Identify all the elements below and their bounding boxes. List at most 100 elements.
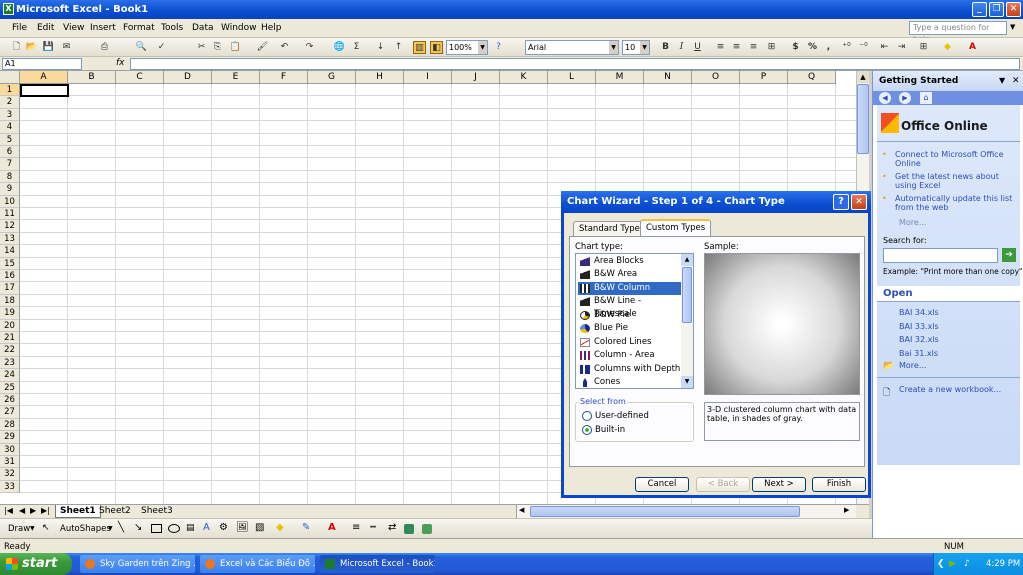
arrow-icon[interactable]: ↘ — [134, 522, 142, 533]
menu-insert[interactable]: Insert — [90, 23, 116, 33]
row-header[interactable]: 32 — [0, 468, 20, 481]
arrow-style-icon[interactable]: ⇄ — [388, 522, 396, 533]
font-color-icon[interactable]: A — [966, 41, 979, 54]
tab-custom-types[interactable]: Custom Types — [640, 219, 712, 237]
font-color-icon[interactable]: A — [328, 522, 336, 533]
column-header[interactable]: P — [740, 71, 788, 84]
row-header[interactable]: 12 — [0, 220, 20, 233]
decrease-indent-icon[interactable]: ⇤ — [878, 41, 891, 54]
row-header[interactable]: 11 — [0, 208, 20, 221]
column-header[interactable]: L — [548, 71, 596, 84]
print-preview-icon[interactable]: 🔍 — [135, 41, 148, 54]
dialog-close-button[interactable]: ✕ — [851, 194, 867, 210]
font-combo[interactable]: Arial ▼ — [525, 40, 619, 55]
autosum-icon[interactable]: Σ — [350, 41, 363, 54]
close-button[interactable]: ✕ — [1006, 2, 1021, 17]
diagram-icon[interactable]: ⚙ — [219, 522, 228, 533]
drawing-icon[interactable]: ◧ — [430, 41, 443, 54]
column-header[interactable]: E — [212, 71, 260, 84]
select-all-corner[interactable] — [0, 71, 20, 84]
redo-icon[interactable]: ↷ — [303, 41, 316, 54]
column-header[interactable]: O — [692, 71, 740, 84]
first-sheet-arrow-icon[interactable]: |◀ — [4, 506, 13, 515]
bold-button[interactable]: B — [659, 41, 672, 54]
menu-format[interactable]: Format — [123, 23, 155, 33]
row-header[interactable]: 20 — [0, 319, 20, 332]
dash-style-icon[interactable]: ┅ — [370, 522, 376, 533]
column-header[interactable]: D — [164, 71, 212, 84]
list-item[interactable]: B&W Area — [578, 268, 681, 281]
create-new-workbook-link[interactable]: Create a new workbook... — [899, 385, 1001, 394]
recent-file-link[interactable]: BAI 34.xls — [899, 308, 939, 317]
increase-decimal-icon[interactable]: ⁺⁰ — [840, 41, 853, 54]
row-header[interactable]: 15 — [0, 257, 20, 270]
volume-icon[interactable]: ♪ — [964, 553, 970, 575]
menu-file[interactable]: File — [12, 23, 27, 33]
column-header[interactable]: Q — [788, 71, 836, 84]
row-header[interactable]: 6 — [0, 146, 20, 159]
fill-color-icon[interactable]: ◆ — [941, 41, 954, 54]
row-header[interactable]: 7 — [0, 158, 20, 171]
menu-view[interactable]: View — [63, 23, 84, 33]
font-size-combo[interactable]: 10 ▼ — [622, 40, 650, 55]
row-header[interactable]: 23 — [0, 356, 20, 370]
latest-news-link[interactable]: Get the latest news about using Excel — [895, 172, 1015, 190]
format-painter-icon[interactable]: 🖌 — [256, 41, 269, 54]
row-header[interactable]: 1 — [0, 84, 20, 97]
row-header[interactable]: 27 — [0, 406, 20, 419]
permission-icon[interactable]: ✉ — [60, 41, 73, 54]
italic-button[interactable]: I — [675, 41, 688, 54]
chart-type-list[interactable]: Area Blocks B&W Area B&W Column B&W Line… — [575, 253, 694, 389]
tray-arrow-icon[interactable]: ❮ — [937, 553, 945, 575]
taskbar-item[interactable]: Excel và Các Biểu Đồ ... — [200, 555, 315, 573]
row-header[interactable]: 26 — [0, 394, 20, 407]
copy-icon[interactable]: ⎘ — [211, 41, 224, 54]
list-item[interactable]: Columns with Depth — [578, 363, 681, 376]
shadow-style-icon[interactable] — [404, 524, 414, 534]
scroll-left-arrow-icon[interactable]: ◀ — [519, 506, 524, 514]
restore-button[interactable]: ❐ — [989, 2, 1004, 17]
row-header[interactable]: 5 — [0, 133, 20, 146]
oval-icon[interactable] — [168, 524, 180, 533]
list-item-selected[interactable]: B&W Column — [578, 282, 681, 295]
row-header[interactable]: 24 — [0, 369, 20, 382]
recent-file-link[interactable]: Bai 31.xls — [899, 349, 938, 358]
select-objects-icon[interactable]: ↖ — [42, 523, 50, 533]
align-left-icon[interactable]: ≡ — [714, 41, 727, 54]
column-header[interactable]: J — [452, 71, 500, 84]
scroll-thumb[interactable] — [682, 267, 692, 323]
picture-icon[interactable]: ▧ — [255, 522, 264, 533]
increase-indent-icon[interactable]: ⇥ — [895, 41, 908, 54]
home-icon[interactable]: ⌂ — [920, 92, 932, 104]
row-header[interactable]: 16 — [0, 270, 20, 283]
tab-sheet3[interactable]: Sheet3 — [138, 506, 176, 516]
column-header[interactable]: M — [596, 71, 644, 84]
row-header[interactable]: 21 — [0, 332, 20, 345]
open-icon[interactable]: 📂 — [25, 41, 38, 54]
column-header[interactable]: I — [404, 71, 452, 84]
cancel-button[interactable]: Cancel — [635, 477, 689, 492]
fx-icon[interactable]: fx — [116, 58, 125, 68]
line-icon[interactable]: ╲ — [118, 522, 124, 533]
task-pane-dropdown-icon[interactable]: ▼ — [999, 71, 1005, 91]
last-sheet-arrow-icon[interactable]: ▶| — [41, 506, 50, 515]
help-icon[interactable]: ? — [492, 41, 505, 54]
textbox-icon[interactable]: ▤ — [186, 523, 195, 533]
list-item[interactable]: Cones — [578, 376, 681, 389]
sort-descending-icon[interactable]: ↑ — [392, 41, 405, 54]
comma-button[interactable]: , — [822, 41, 835, 54]
column-header[interactable]: N — [644, 71, 692, 84]
start-button[interactable]: start — [0, 553, 72, 575]
finish-button[interactable]: Finish — [812, 477, 866, 492]
recent-file-link[interactable]: BAI 33.xls — [899, 322, 939, 331]
rectangle-icon[interactable] — [151, 524, 162, 533]
column-header[interactable]: A — [20, 71, 68, 84]
row-header[interactable]: 9 — [0, 183, 20, 196]
3d-style-icon[interactable] — [422, 524, 432, 534]
scroll-down-arrow-icon[interactable]: ▼ — [681, 376, 693, 388]
row-header[interactable]: 14 — [0, 245, 20, 258]
save-icon[interactable]: 💾 — [42, 41, 55, 54]
search-go-icon[interactable]: ➔ — [1002, 248, 1016, 262]
taskbar-item[interactable]: Sky Garden trên Zing ... — [80, 555, 195, 573]
align-center-icon[interactable]: ≡ — [730, 41, 743, 54]
